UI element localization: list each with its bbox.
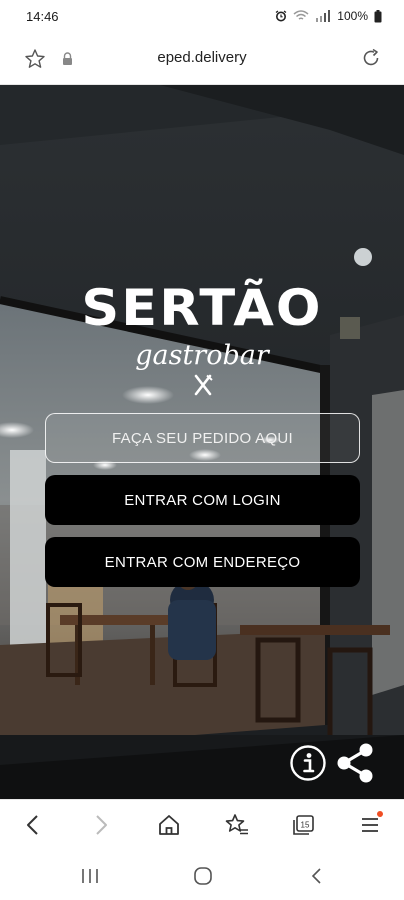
back-icon[interactable] — [22, 813, 44, 842]
status-icons: 100% — [275, 9, 382, 23]
forward-icon[interactable] — [90, 813, 112, 842]
login-button[interactable]: ENTRAR COM LOGIN — [45, 475, 360, 525]
notification-dot — [377, 811, 383, 817]
order-here-button[interactable]: FAÇA SEU PEDIDO AQUI — [45, 413, 360, 463]
home-icon[interactable] — [157, 813, 181, 842]
share-icon[interactable] — [336, 742, 376, 789]
wifi-icon — [293, 10, 309, 22]
home-circle-icon[interactable] — [193, 867, 213, 890]
signal-icon — [315, 10, 331, 22]
status-time: 14:46 — [26, 9, 59, 24]
battery-icon — [374, 9, 382, 23]
bookmarks-icon[interactable] — [224, 813, 250, 842]
tabs-icon[interactable]: 15 — [291, 813, 317, 842]
browser-toolbar: 15 — [0, 799, 404, 852]
recents-icon[interactable] — [80, 867, 100, 890]
reload-icon[interactable] — [360, 47, 382, 74]
status-bar: 14:46 100% — [0, 0, 404, 34]
url-bar[interactable]: eped.delivery — [0, 34, 404, 85]
tab-count: 15 — [301, 821, 310, 830]
menu-icon[interactable] — [360, 811, 383, 842]
url-text[interactable]: eped.delivery — [0, 49, 404, 66]
hero-section: SERTÃO gastrobar FAÇA SEU PEDIDO AQUI EN… — [0, 85, 404, 799]
alarm-icon — [275, 10, 287, 22]
address-button[interactable]: ENTRAR COM ENDEREÇO — [45, 537, 360, 587]
info-icon[interactable] — [289, 744, 327, 787]
battery-text: 100% — [337, 9, 368, 23]
back-chevron-icon[interactable] — [307, 867, 327, 890]
system-nav-bar — [0, 851, 404, 900]
